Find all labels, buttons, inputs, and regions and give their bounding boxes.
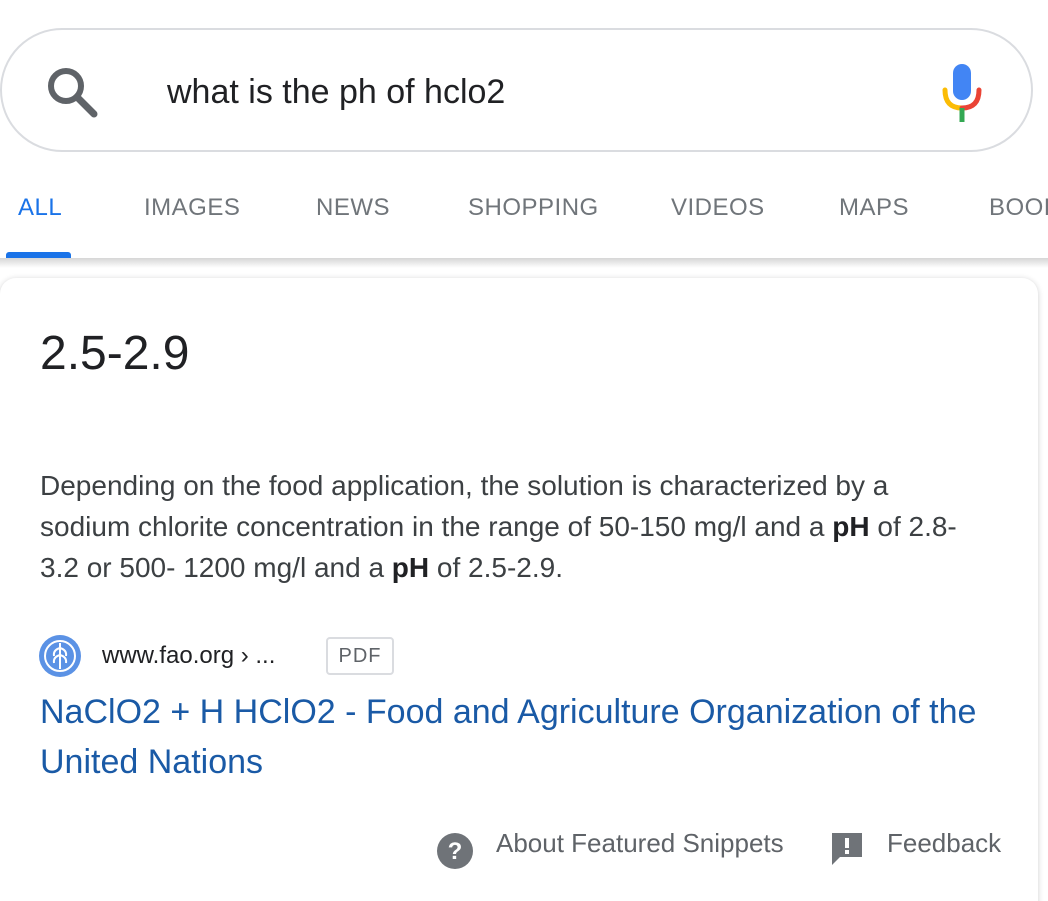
- featured-snippet-card: 2.5-2.9 Depending on the food applicatio…: [0, 278, 1038, 901]
- snippet-text-part1: Depending on the food application, the s…: [40, 470, 889, 542]
- tab-shopping[interactable]: SHOPPING: [468, 194, 599, 222]
- microphone-icon[interactable]: [940, 62, 984, 124]
- source-url[interactable]: www.fao.org › ...: [102, 642, 275, 670]
- search-icon[interactable]: [42, 62, 102, 122]
- svg-text:?: ?: [448, 838, 463, 865]
- search-input[interactable]: what is the ph of hclo2: [167, 72, 505, 112]
- snippet-bold-ph-2: pH: [391, 552, 430, 583]
- snippet-text-part3: of 2.5-2.9.: [429, 552, 563, 583]
- snippet-bold-ph-1: pH: [832, 511, 870, 542]
- search-results-page: what is the ph of hclo2 ALL IMAGES NEWS …: [0, 0, 1048, 901]
- result-title-link[interactable]: NaClO2 + H HClO2 - Food and Agriculture …: [40, 687, 1000, 787]
- search-tabs: ALL IMAGES NEWS SHOPPING VIDEOS MAPS BOO…: [0, 170, 1048, 258]
- feedback-icon[interactable]: [830, 831, 864, 867]
- file-type-badge: PDF: [326, 637, 394, 675]
- tab-maps[interactable]: MAPS: [839, 194, 909, 222]
- tab-videos[interactable]: VIDEOS: [671, 194, 765, 222]
- feedback-link[interactable]: Feedback: [887, 828, 1001, 858]
- fao-logo-icon: [39, 635, 81, 677]
- about-featured-snippets-link[interactable]: About Featured Snippets: [496, 828, 784, 858]
- help-icon[interactable]: ?: [436, 832, 474, 870]
- search-bar[interactable]: what is the ph of hclo2: [0, 28, 1033, 152]
- snippet-text: Depending on the food application, the s…: [40, 465, 970, 588]
- tab-images[interactable]: IMAGES: [144, 194, 240, 222]
- tab-all[interactable]: ALL: [18, 194, 62, 222]
- tab-books[interactable]: BOOK: [989, 194, 1048, 222]
- snippet-answer: 2.5-2.9: [40, 327, 190, 380]
- tab-news[interactable]: NEWS: [316, 194, 390, 222]
- source-row[interactable]: www.fao.org › ... PDF: [38, 634, 538, 678]
- tabs-shadow: [0, 258, 1048, 268]
